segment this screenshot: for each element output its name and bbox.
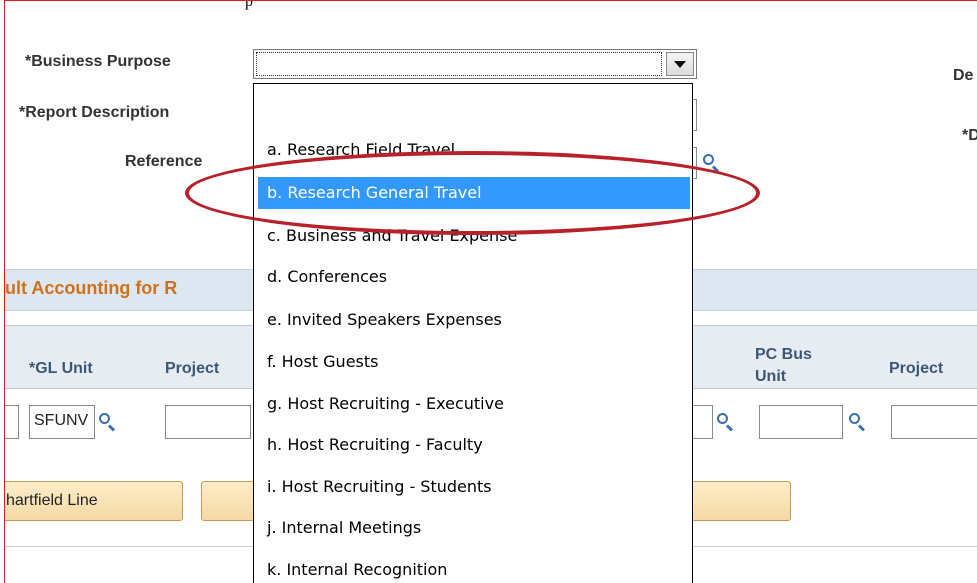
dropdown-option-d[interactable]: d. Conferences <box>258 261 690 293</box>
project-input[interactable] <box>165 405 251 439</box>
chevron-down-icon <box>674 60 686 68</box>
dropdown-option-e[interactable]: e. Invited Speakers Expenses <box>258 304 690 336</box>
dropdown-option-g[interactable]: g. Host Recruiting - Executive <box>258 388 690 420</box>
middle-row-input[interactable] <box>691 405 713 439</box>
pc-bus-unit-input[interactable] <box>759 405 843 439</box>
col-pc-bus-unit-line1: PC Bus <box>755 346 812 363</box>
col-gl-unit: *GL Unit <box>29 360 93 377</box>
project-right-input[interactable] <box>891 405 977 439</box>
right-label-d: *D <box>962 127 977 144</box>
reference-label: Reference <box>125 153 203 170</box>
dropdown-option-blank[interactable] <box>258 90 690 122</box>
section-title: ult Accounting for R <box>5 278 178 298</box>
row-left-input[interactable] <box>5 405 19 439</box>
expense-report-frame: p *Business Purpose *Report Description … <box>4 0 977 583</box>
gl-unit-input[interactable]: SFUNV <box>29 405 95 439</box>
select-focus-ring <box>256 52 662 76</box>
col-project-right: Project <box>889 360 944 377</box>
business-purpose-dropdown-list[interactable]: a. Research Field Travel b. Research Gen… <box>253 83 693 583</box>
dropdown-option-h[interactable]: h. Host Recruiting - Faculty <box>258 429 690 461</box>
secondary-button-left[interactable] <box>201 481 259 521</box>
col-pc-bus-unit-line2: Unit <box>755 368 787 385</box>
dropdown-option-b[interactable]: b. Research General Travel <box>258 177 690 209</box>
dropdown-option-c[interactable]: c. Business and Travel Expense <box>258 220 690 252</box>
top-caption: p <box>245 0 253 10</box>
secondary-button-right[interactable] <box>685 481 791 521</box>
dropdown-option-a[interactable]: a. Research Field Travel <box>258 134 690 166</box>
gl-unit-lookup-icon[interactable] <box>97 412 117 432</box>
dropdown-option-f[interactable]: f. Host Guests <box>258 346 690 378</box>
reference-lookup-icon[interactable] <box>701 153 721 173</box>
business-purpose-label: *Business Purpose <box>25 53 171 70</box>
dropdown-option-i[interactable]: i. Host Recruiting - Students <box>258 471 690 503</box>
dropdown-option-j[interactable]: j. Internal Meetings <box>258 512 690 544</box>
col-project: Project <box>165 360 220 377</box>
business-purpose-select[interactable] <box>253 49 697 79</box>
pc-bus-unit-lookup-icon[interactable] <box>847 412 867 432</box>
select-dropdown-button[interactable] <box>666 52 694 76</box>
dropdown-option-k[interactable]: k. Internal Recognition <box>258 554 690 583</box>
chartfield-line-button[interactable]: hartfield Line <box>5 481 183 521</box>
middle-lookup-icon[interactable] <box>715 412 735 432</box>
right-label-de: De <box>953 67 974 84</box>
report-description-label: *Report Description <box>19 104 170 121</box>
